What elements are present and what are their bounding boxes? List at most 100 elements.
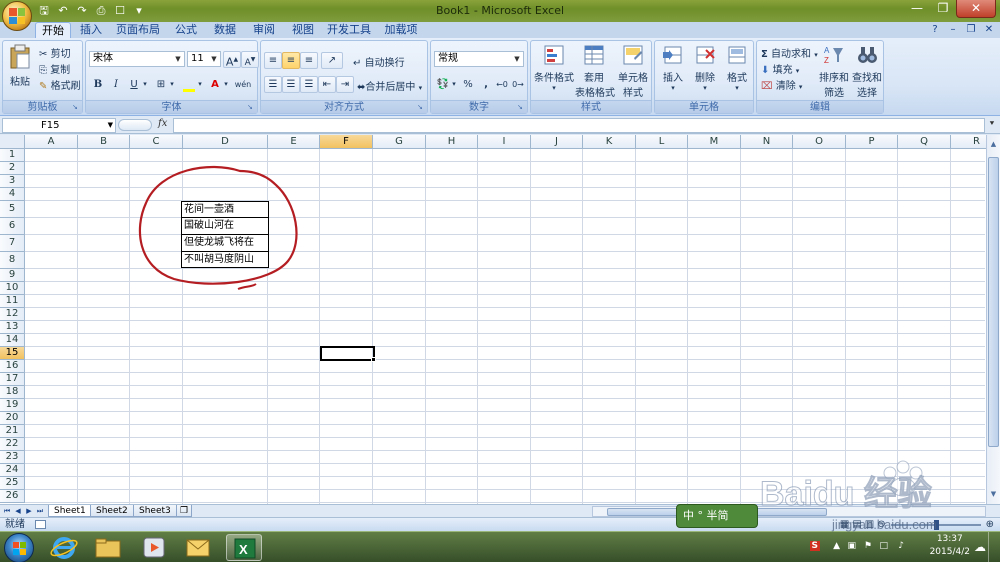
taskbar-media-player[interactable]: [136, 534, 172, 561]
workbook-restore-icon[interactable]: ❐: [964, 23, 978, 37]
minimize-icon[interactable]: —: [904, 0, 930, 18]
row-header-3[interactable]: 3: [0, 175, 25, 188]
align-middle-icon[interactable]: ≡: [282, 52, 300, 69]
insert-cells-button[interactable]: 插入 ▾: [658, 44, 688, 92]
insert-sheet-icon[interactable]: ❐: [176, 505, 192, 517]
sogou-ime-icon[interactable]: S: [809, 541, 820, 551]
tab-formulas[interactable]: 公式: [168, 22, 204, 38]
number-format-select[interactable]: 常规 ▼: [434, 51, 524, 67]
column-header-C[interactable]: C: [130, 135, 183, 149]
taskbar-outlook[interactable]: [180, 534, 216, 561]
fill-handle[interactable]: [371, 357, 376, 362]
column-header-P[interactable]: P: [846, 135, 898, 149]
row-header-12[interactable]: 12: [0, 308, 25, 321]
row-header-26[interactable]: 26: [0, 490, 25, 503]
row-header-10[interactable]: 10: [0, 282, 25, 295]
macro-record-icon[interactable]: [35, 520, 46, 529]
increase-indent-icon[interactable]: ⇥: [336, 76, 354, 93]
sort-filter-button[interactable]: AZ 排序和 筛选: [819, 44, 849, 99]
cut-button[interactable]: ✂ 剪切: [39, 45, 71, 60]
first-sheet-icon[interactable]: ⏮: [2, 506, 12, 517]
borders-dropdown-icon[interactable]: ▾: [168, 76, 176, 93]
show-desktop-button[interactable]: [988, 532, 1000, 562]
tab-insert[interactable]: 插入: [75, 22, 107, 38]
row-header-24[interactable]: 24: [0, 464, 25, 477]
taskbar-explorer[interactable]: [90, 534, 126, 561]
last-sheet-icon[interactable]: ⏭: [35, 506, 45, 517]
row-header-17[interactable]: 17: [0, 373, 25, 386]
phonetic-button[interactable]: wén: [232, 76, 254, 93]
active-cell-F15[interactable]: [320, 346, 375, 361]
wrap-text-button[interactable]: ↵ 自动换行: [353, 54, 405, 69]
column-header-M[interactable]: M: [688, 135, 741, 149]
column-header-K[interactable]: K: [583, 135, 636, 149]
tab-developer[interactable]: 开发工具: [324, 22, 374, 38]
column-header-A[interactable]: A: [25, 135, 78, 149]
align-right-icon[interactable]: ☰: [300, 76, 318, 93]
tab-page-layout[interactable]: 页面布局: [112, 22, 164, 38]
column-header-L[interactable]: L: [636, 135, 688, 149]
sheet-tab-sheet1[interactable]: Sheet1: [48, 505, 92, 517]
column-header-G[interactable]: G: [373, 135, 426, 149]
fill-color-dropdown-icon[interactable]: ▾: [196, 76, 204, 93]
sheet-tab-sheet3[interactable]: Sheet3: [133, 505, 177, 517]
row-header-15[interactable]: 15: [0, 347, 25, 360]
office-button[interactable]: [2, 1, 32, 31]
conditional-format-button[interactable]: 条件格式 ▾: [534, 44, 574, 92]
copy-button[interactable]: ⎘ 复制: [39, 61, 70, 76]
row-header-22[interactable]: 22: [0, 438, 25, 451]
help-icon[interactable]: ?: [928, 23, 942, 37]
align-left-icon[interactable]: ☰: [264, 76, 282, 93]
font-launcher-icon[interactable]: ↘: [247, 103, 255, 111]
row-header-9[interactable]: 9: [0, 269, 25, 282]
format-cells-button[interactable]: 格式 ▾: [722, 44, 752, 92]
tab-home[interactable]: 开始: [35, 22, 71, 38]
decrease-indent-icon[interactable]: ⇤: [318, 76, 336, 93]
sheet-tab-sheet2[interactable]: Sheet2: [90, 505, 134, 517]
align-center-icon[interactable]: ☰: [282, 76, 300, 93]
ime-indicator[interactable]: 中 ° 半简: [676, 504, 758, 528]
column-header-F[interactable]: F: [320, 135, 373, 149]
network-icon[interactable]: ▣: [847, 541, 856, 551]
row-header-20[interactable]: 20: [0, 412, 25, 425]
row-header-11[interactable]: 11: [0, 295, 25, 308]
vertical-scrollbar[interactable]: ▲ ▼: [986, 135, 1000, 504]
alignment-launcher-icon[interactable]: ↘: [417, 103, 425, 111]
formula-input[interactable]: [173, 118, 985, 133]
action-center-icon[interactable]: □: [879, 541, 888, 551]
row-header-18[interactable]: 18: [0, 386, 25, 399]
scroll-up-icon[interactable]: ▲: [988, 138, 999, 150]
fill-button[interactable]: ⬇ 填充 ▾: [761, 61, 799, 76]
row-header-6[interactable]: 6: [0, 218, 25, 235]
format-as-table-button[interactable]: 套用 表格格式: [575, 44, 615, 99]
column-header-B[interactable]: B: [78, 135, 130, 149]
row-header-21[interactable]: 21: [0, 425, 25, 438]
row-header-25[interactable]: 25: [0, 477, 25, 490]
row-header-14[interactable]: 14: [0, 334, 25, 347]
tab-review[interactable]: 审阅: [246, 22, 282, 38]
underline-dropdown-icon[interactable]: ▾: [141, 76, 149, 93]
vertical-scroll-thumb[interactable]: [988, 157, 999, 447]
clock[interactable]: 13:37 2015/4/2: [930, 533, 970, 559]
notification-icon[interactable]: ☁: [974, 540, 986, 554]
orientation-icon[interactable]: ↗: [321, 52, 343, 69]
decrease-decimal-icon[interactable]: 0→: [509, 76, 527, 93]
percent-button[interactable]: %: [459, 76, 477, 93]
volume-icon[interactable]: ♪: [898, 541, 904, 551]
cell-styles-button[interactable]: 单元格 样式: [615, 44, 651, 99]
workbook-close-icon[interactable]: ✕: [982, 23, 996, 37]
tab-view[interactable]: 视图: [285, 22, 321, 38]
row-header-23[interactable]: 23: [0, 451, 25, 464]
flag-icon[interactable]: ⚑: [864, 541, 872, 551]
align-top-icon[interactable]: ≡: [264, 52, 282, 69]
font-color-dropdown-icon[interactable]: ▾: [222, 76, 230, 93]
shrink-font-button[interactable]: A▼: [241, 51, 259, 68]
column-header-O[interactable]: O: [793, 135, 846, 149]
restore-icon[interactable]: ❐: [930, 0, 956, 18]
tab-data[interactable]: 数据: [207, 22, 243, 38]
row-header-16[interactable]: 16: [0, 360, 25, 373]
taskbar-ie[interactable]: [46, 534, 82, 561]
format-painter-button[interactable]: ✎ 格式刷: [39, 77, 81, 92]
select-all-corner[interactable]: [0, 135, 25, 149]
row-header-5[interactable]: 5: [0, 201, 25, 218]
